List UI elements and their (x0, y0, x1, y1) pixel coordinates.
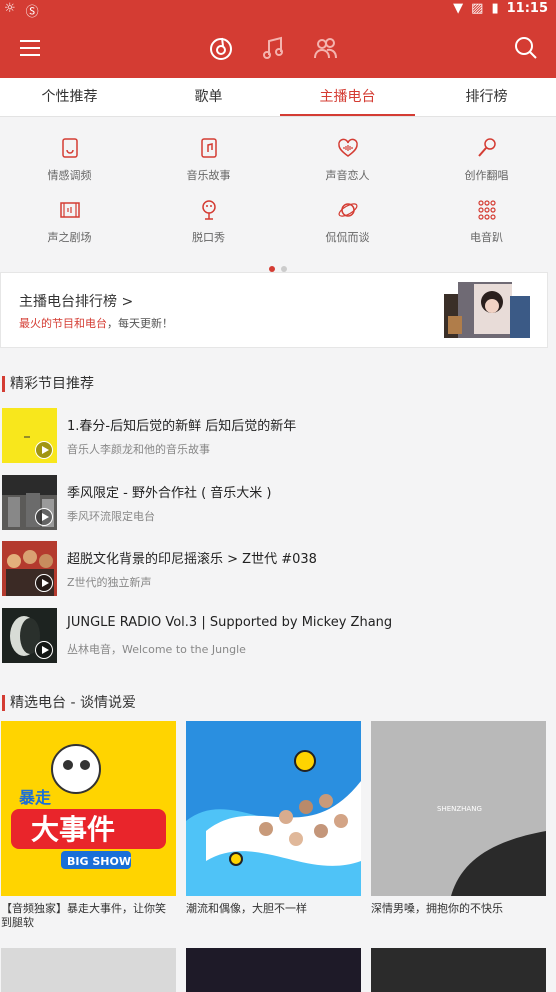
category-label: 脱口秀 (192, 231, 225, 244)
radio-cover: SHENZHANG (371, 721, 546, 896)
category-chat[interactable]: 侃侃而谈 (278, 199, 417, 245)
program-cover (2, 541, 57, 596)
voice-lover-icon (337, 138, 358, 157)
svg-text:BIG SHOW: BIG SHOW (67, 855, 131, 868)
tab-recommend[interactable]: 个性推荐 (0, 78, 139, 116)
category-theater[interactable]: 声之剧场 (0, 199, 139, 245)
radio-card-partial[interactable] (371, 948, 546, 992)
section-title-featured-programs: 精彩节目推荐 (0, 371, 556, 397)
music-story-icon (200, 138, 217, 158)
talk-show-icon (201, 200, 216, 220)
category-label: 侃侃而谈 (325, 231, 370, 244)
category-label: 电音趴 (470, 231, 503, 244)
category-voice-lover[interactable]: 声音恋人 (278, 137, 417, 183)
radio-cover (186, 721, 361, 896)
category-label: 声音恋人 (325, 169, 370, 182)
clock: 11:15 (506, 1, 548, 16)
app-bar (0, 18, 556, 78)
program-title: 季风限定 - 野外合作社 ( 音乐大米 ) (67, 486, 272, 501)
radio-card[interactable]: 暴走 大事件 BIG SHOW 【音频独家】暴走大事件，让你笑到腿软 (1, 721, 176, 930)
film-icon (59, 202, 80, 218)
program-cover (2, 608, 57, 663)
radio-card-partial[interactable] (186, 948, 361, 992)
radio-cover-art: 暴走 大事件 BIG SHOW (11, 744, 166, 869)
program-cover (2, 475, 57, 530)
category-talk-show[interactable]: 脱口秀 (139, 199, 278, 245)
category-label: 声之剧场 (47, 231, 92, 244)
radio-card[interactable]: SHENZHANG 深情男嗓，拥抱你的不快乐 (371, 721, 546, 916)
category-label: 情感调频 (47, 169, 92, 182)
program-item[interactable]: 超脱文化背景的印尼摇滚乐 > Z世代 #038 Z世代的独立新声 (0, 540, 556, 600)
ranking-subtitle: 最火的节目和电台，每天更新！ (19, 317, 173, 330)
category-grid: 情感调频 音乐故事 声音恋人 创作翻唱 声之剧场 脱口秀 侃侃而谈 电音趴 (0, 117, 556, 273)
category-emotion[interactable]: 情感调频 (0, 137, 139, 183)
microphone-icon (477, 138, 496, 157)
program-item[interactable]: JUNGLE RADIO Vol.3 | Supported by Mickey… (0, 607, 556, 667)
friends-icon[interactable] (313, 35, 339, 61)
program-title: 超脱文化背景的印尼摇滚乐 > Z世代 #038 (67, 552, 317, 567)
music-note-icon[interactable] (260, 35, 286, 61)
radio-card-partial[interactable] (1, 948, 176, 992)
menu-icon[interactable] (17, 35, 43, 61)
ranking-collage-image (444, 282, 530, 338)
program-subtitle: 季风环流限定电台 (67, 510, 155, 523)
section-title-selected-radios: 精选电台 - 谈情说爱 (0, 690, 556, 716)
category-music-story[interactable]: 音乐故事 (139, 137, 278, 183)
tab-radio[interactable]: 主播电台 (278, 78, 417, 116)
disc-icon[interactable] (208, 35, 234, 61)
program-item[interactable]: 1.春分-后知后觉的新鲜 后知后觉的新年 音乐人李颜龙和他的音乐故事 (0, 407, 556, 467)
no-sim-icon: ▨ (471, 1, 484, 16)
category-label: 创作翻唱 (464, 169, 509, 182)
play-icon[interactable] (35, 441, 53, 459)
status-bar: ☼ Ⓢ ▼ ▨ ▮ 11:15 (0, 0, 556, 20)
program-subtitle: 音乐人李颜龙和他的音乐故事 (67, 443, 210, 456)
radio-title: 深情男嗓，拥抱你的不快乐 (371, 902, 503, 915)
program-title: 1.春分-后知后觉的新鲜 后知后觉的新年 (67, 419, 297, 434)
ranking-title: 主播电台排行榜 > (19, 294, 134, 310)
tab-bar: 个性推荐 歌单 主播电台 排行榜 (0, 78, 556, 117)
emotion-fm-icon (61, 138, 78, 158)
radio-card[interactable]: 潮流和偶像，大胆不一样 (186, 721, 361, 916)
dots-grid-icon (477, 200, 496, 220)
wifi-icon: ▼ (453, 1, 464, 16)
tab-charts[interactable]: 排行榜 (417, 78, 556, 116)
category-label: 音乐故事 (186, 169, 231, 182)
program-subtitle: Z世代的独立新声 (67, 576, 152, 589)
svg-text:大事件: 大事件 (31, 813, 115, 846)
svg-text:SHENZHANG: SHENZHANG (437, 805, 482, 813)
radio-title: 【音频独家】暴走大事件，让你笑到腿软 (1, 902, 166, 929)
category-edm[interactable]: 电音趴 (417, 199, 556, 245)
play-icon[interactable] (35, 508, 53, 526)
category-cover[interactable]: 创作翻唱 (417, 137, 556, 183)
program-title: JUNGLE RADIO Vol.3 | Supported by Mickey… (67, 615, 393, 630)
program-subtitle: 丛林电音，Welcome to the Jungle (67, 643, 246, 656)
search-icon[interactable] (513, 35, 539, 61)
radio-title: 潮流和偶像，大胆不一样 (186, 902, 307, 915)
program-item[interactable]: 季风限定 - 野外合作社 ( 音乐大米 ) 季风环流限定电台 (0, 474, 556, 534)
svg-text:暴走: 暴走 (18, 788, 51, 807)
radio-cover-art (186, 750, 361, 896)
radio-ranking-banner[interactable]: 主播电台排行榜 > 最火的节目和电台，每天更新！ (0, 272, 548, 348)
program-cover (2, 408, 57, 463)
play-icon[interactable] (35, 574, 53, 592)
planet-icon (338, 203, 357, 217)
tab-playlists[interactable]: 歌单 (139, 78, 278, 116)
radio-cover-art: SHENZHANG (437, 805, 546, 896)
play-icon[interactable] (35, 641, 53, 659)
radio-cover: 暴走 大事件 BIG SHOW (1, 721, 176, 896)
battery-icon: ▮ (491, 1, 499, 16)
